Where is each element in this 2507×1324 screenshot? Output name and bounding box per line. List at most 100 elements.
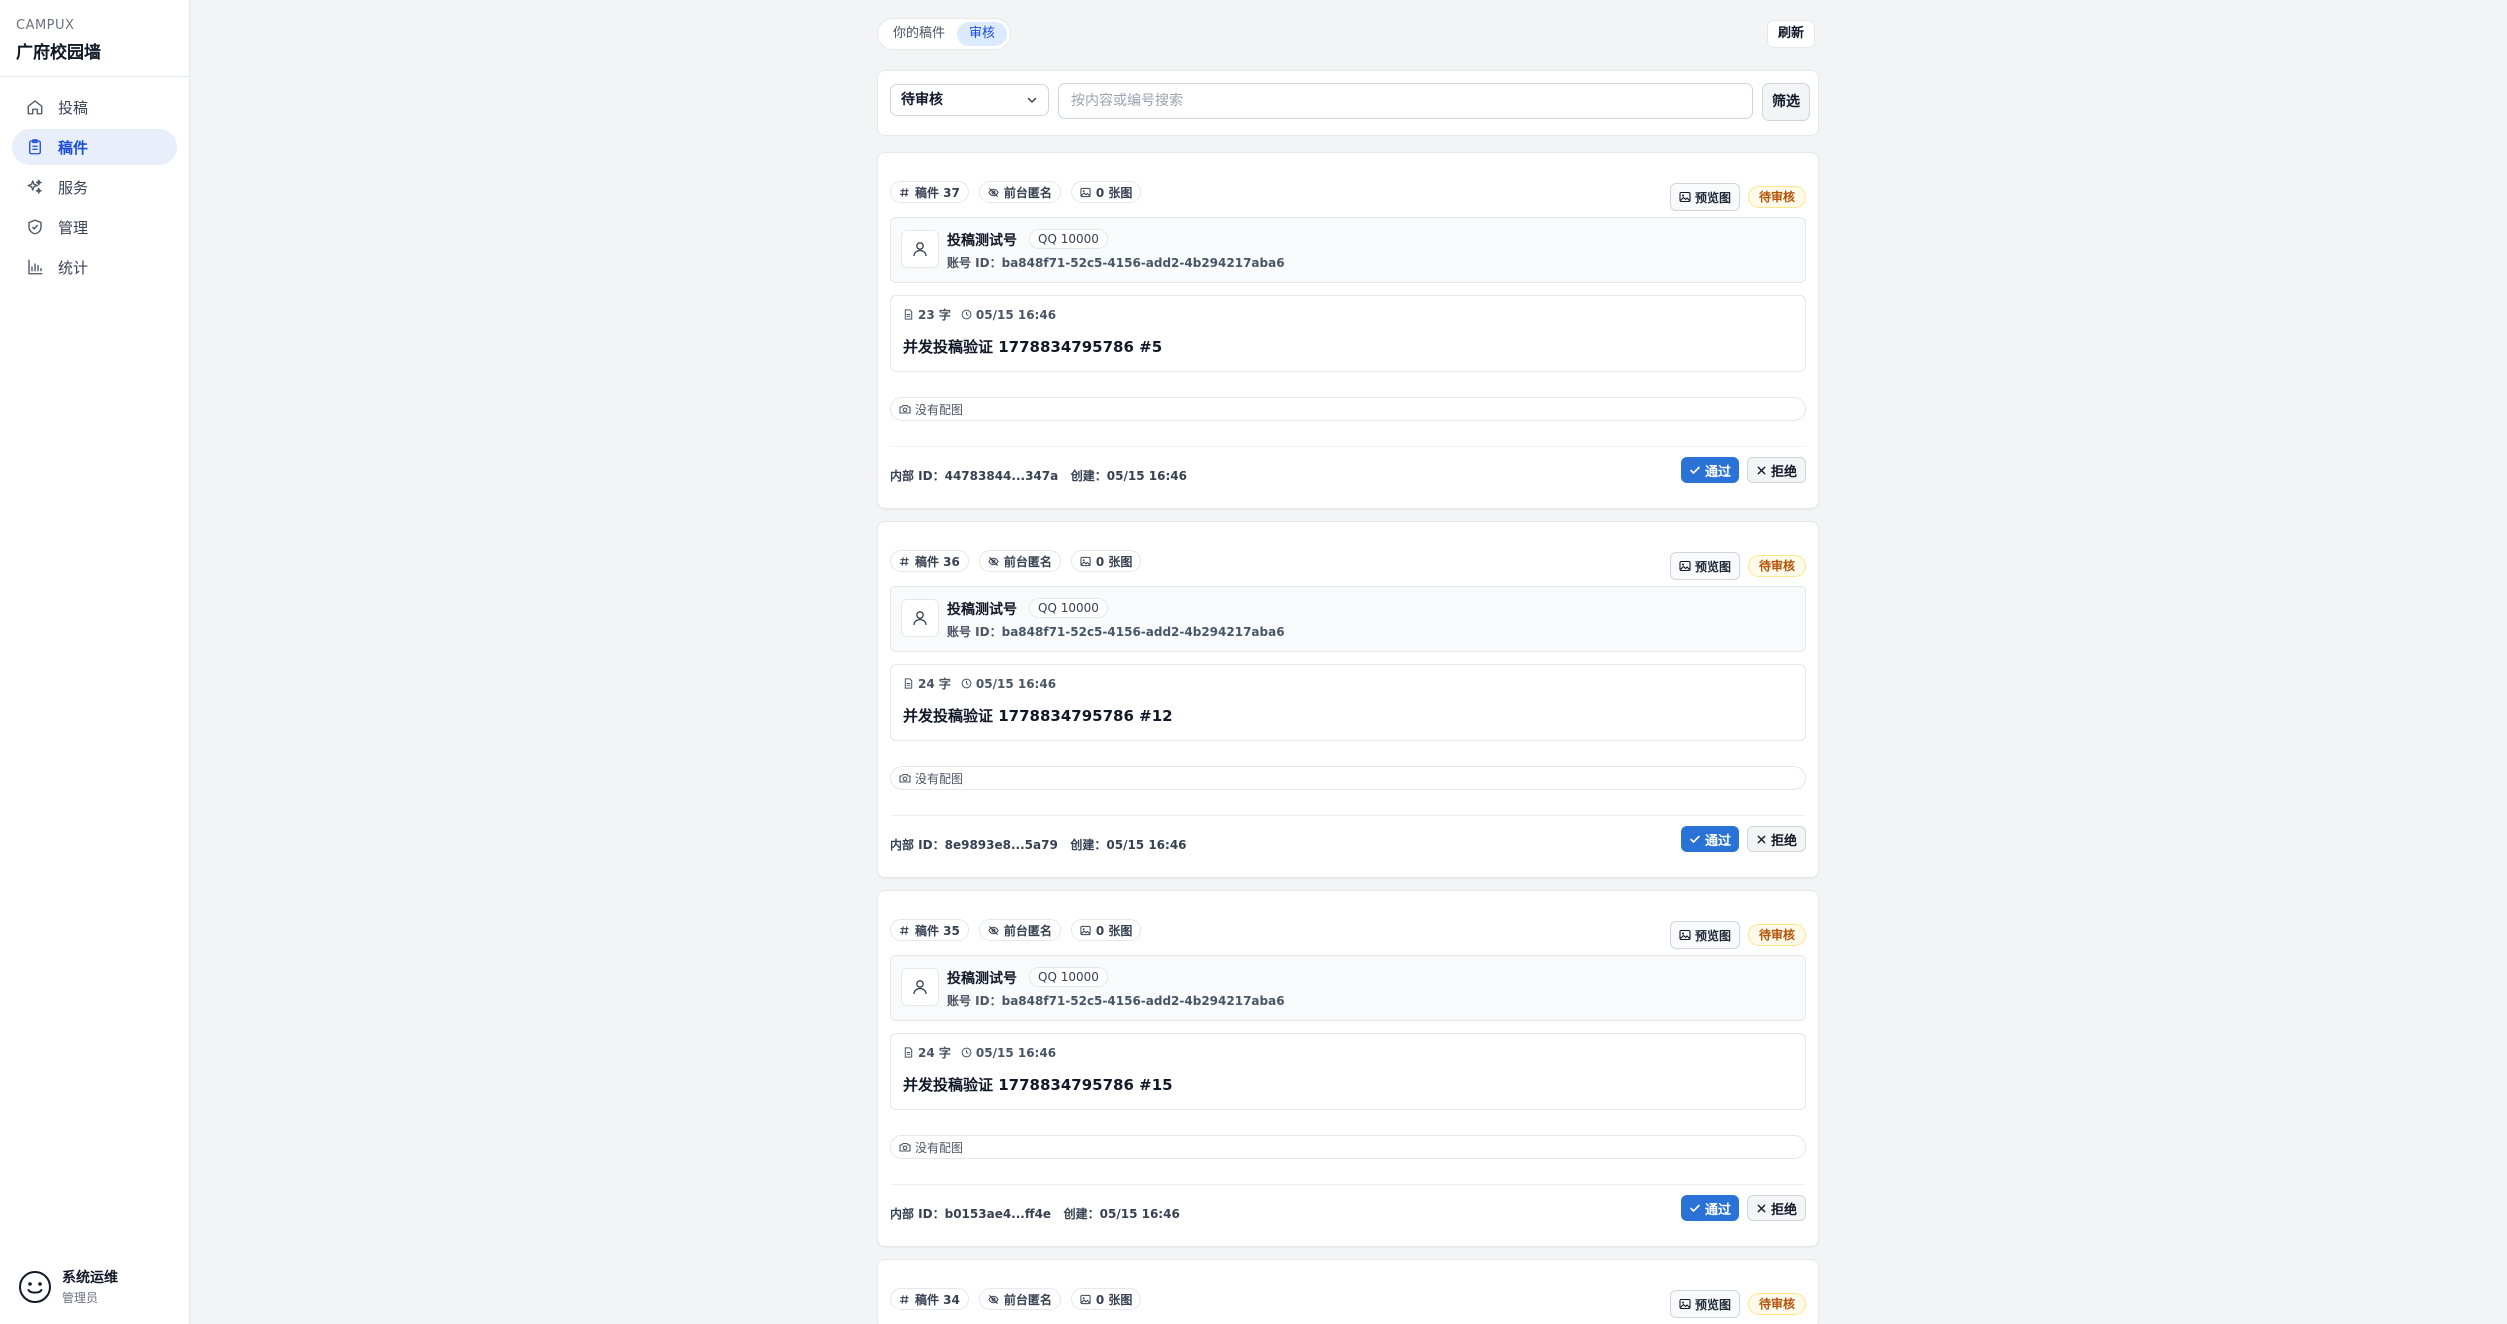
user-icon xyxy=(913,611,927,626)
user-profile[interactable]: 系统运维 管理员 xyxy=(18,1267,118,1306)
sidebar-item-submit[interactable]: 投稿 xyxy=(12,89,177,125)
anonymous-label: 前台匿名 xyxy=(1003,554,1052,569)
anonymous-chip: 前台匿名 xyxy=(978,181,1061,203)
account-id: 账号 ID：ba848f71-52c5-4156-add2-4b294217ab… xyxy=(947,254,1285,271)
image-count: 0 张图 xyxy=(1095,185,1133,200)
post-number-chip: 稿件 34 xyxy=(890,1288,969,1310)
sidebar-item-label: 管理 xyxy=(58,218,89,237)
document-icon xyxy=(904,678,913,689)
internal-id-prefix: 内部 ID： xyxy=(890,1207,945,1221)
preview-label: 预览图 xyxy=(1694,559,1731,574)
char-count: 24 字 xyxy=(918,1046,951,1060)
sidebar-item-label: 统计 xyxy=(58,258,89,277)
preview-button[interactable]: 预览图 xyxy=(1669,552,1740,580)
image-count-chip: 0 张图 xyxy=(1070,181,1142,203)
refresh-button[interactable]: 刷新 xyxy=(1766,20,1815,48)
image-icon xyxy=(1679,191,1691,203)
preview-button[interactable]: 预览图 xyxy=(1669,1290,1740,1318)
account-id-value: ba848f71-52c5-4156-add2-4b294217aba6 xyxy=(1001,994,1285,1008)
post-number-chip: 稿件 37 xyxy=(890,181,969,203)
hash-icon xyxy=(899,1294,909,1304)
char-count: 23 字 xyxy=(918,308,951,322)
qq-badge: QQ 10000 xyxy=(1029,967,1108,987)
sidebar: CAMPUX 广府校园墙 投稿 稿件 服务 管理 统计 系统运维 管理员 xyxy=(0,0,190,1324)
user-role: 管理员 xyxy=(62,1291,99,1305)
account-id-value: ba848f71-52c5-4156-add2-4b294217aba6 xyxy=(1001,625,1285,639)
hash-icon xyxy=(899,556,909,566)
post-card: 稿件 36 前台匿名 0 张图 预览图 待审核 投稿测试号 QQ 10000 账… xyxy=(877,521,1819,878)
post-number: 稿件 36 xyxy=(915,554,960,569)
qq-badge: QQ 10000 xyxy=(1029,598,1108,618)
author-name: 投稿测试号 xyxy=(947,602,1017,618)
created-prefix: 创建： xyxy=(1063,1207,1100,1221)
post-number-chip: 稿件 35 xyxy=(890,919,969,941)
status-select[interactable]: 待审核 xyxy=(890,84,1049,116)
check-icon xyxy=(1690,835,1700,844)
preview-button[interactable]: 预览图 xyxy=(1669,921,1740,949)
anonymous-label: 前台匿名 xyxy=(1003,185,1052,200)
filter-button[interactable]: 筛选 xyxy=(1762,83,1810,121)
post-meta-info: 内部 ID：8e9893e8...5a79 创建：05/15 16:46 xyxy=(890,836,1187,853)
user-icon xyxy=(913,242,927,257)
card-header: 稿件 34 前台匿名 0 张图 预览图 待审核 xyxy=(890,1272,1806,1318)
internal-id: 44783844...347a xyxy=(944,469,1059,483)
brand: CAMPUX 广府校园墙 xyxy=(0,0,189,77)
tab-review[interactable]: 审核 xyxy=(957,22,1008,46)
post-number: 稿件 37 xyxy=(915,185,960,200)
approve-label: 通过 xyxy=(1704,833,1731,849)
preview-button[interactable]: 预览图 xyxy=(1669,183,1740,211)
author-name: 投稿测试号 xyxy=(947,971,1017,987)
approve-button[interactable]: 通过 xyxy=(1680,1195,1739,1221)
account-id-prefix: 账号 ID： xyxy=(947,256,1002,270)
camera-icon xyxy=(899,773,911,783)
camera-icon xyxy=(899,404,911,414)
image-icon xyxy=(1080,925,1091,935)
card-header: 稿件 36 前台匿名 0 张图 预览图 待审核 xyxy=(890,534,1806,580)
user-name: 系统运维 xyxy=(62,1270,118,1286)
status-badge: 待审核 xyxy=(1747,924,1806,946)
post-content: 并发投稿验证 1778834795786 #15 xyxy=(903,1076,1173,1094)
approve-button[interactable]: 通过 xyxy=(1680,826,1739,852)
document-icon xyxy=(904,1047,913,1058)
created-prefix: 创建： xyxy=(1070,838,1107,852)
no-image-bar: 没有配图 xyxy=(890,397,1806,421)
image-count-chip: 0 张图 xyxy=(1070,919,1142,941)
check-icon xyxy=(1690,1204,1700,1213)
approve-button[interactable]: 通过 xyxy=(1680,457,1739,483)
status-badge: 待审核 xyxy=(1747,186,1806,208)
avatar xyxy=(901,599,939,637)
preview-label: 预览图 xyxy=(1694,928,1731,943)
eye-off-icon xyxy=(988,556,999,566)
main-content: 你的稿件 审核 刷新 待审核 筛选 稿件 37 前台匿名 xyxy=(877,0,1819,1324)
author-panel: 投稿测试号 QQ 10000 账号 ID：ba848f71-52c5-4156-… xyxy=(890,586,1806,652)
sidebar-item-services[interactable]: 服务 xyxy=(12,169,177,205)
preview-label: 预览图 xyxy=(1694,190,1731,205)
tab-my-posts[interactable]: 你的稿件 xyxy=(881,22,957,46)
post-card: 稿件 35 前台匿名 0 张图 预览图 待审核 投稿测试号 QQ 10000 账… xyxy=(877,890,1819,1247)
post-meta-info: 内部 ID：b0153ae4...ff4e 创建：05/15 16:46 xyxy=(890,1205,1180,1222)
avatar xyxy=(901,968,939,1006)
sidebar-item-stats[interactable]: 统计 xyxy=(12,249,177,285)
smiley-avatar-icon xyxy=(19,1270,51,1303)
brand-title: 广府校园墙 xyxy=(16,43,101,63)
reject-button[interactable]: 拒绝 xyxy=(1746,1195,1806,1221)
no-image-label: 没有配图 xyxy=(915,771,964,786)
user-icon xyxy=(913,980,927,995)
post-content: 并发投稿验证 1778834795786 #5 xyxy=(903,338,1163,356)
image-icon xyxy=(1080,556,1091,566)
avatar xyxy=(901,230,939,268)
sidebar-item-posts[interactable]: 稿件 xyxy=(12,129,177,165)
post-content: 并发投稿验证 1778834795786 #12 xyxy=(903,707,1173,725)
status-badge: 待审核 xyxy=(1747,1293,1806,1315)
reject-button[interactable]: 拒绝 xyxy=(1746,826,1806,852)
reject-button[interactable]: 拒绝 xyxy=(1746,457,1806,483)
search-input[interactable] xyxy=(1058,83,1753,119)
sidebar-item-admin[interactable]: 管理 xyxy=(12,209,177,245)
brand-kicker: CAMPUX xyxy=(16,18,75,33)
card-header: 稿件 37 前台匿名 0 张图 预览图 待审核 xyxy=(890,165,1806,211)
eye-off-icon xyxy=(988,187,999,197)
created-time: 05/15 16:46 xyxy=(1099,1207,1180,1221)
no-image-bar: 没有配图 xyxy=(890,1135,1806,1159)
camera-icon xyxy=(899,1142,911,1152)
post-meta-info: 内部 ID：44783844...347a 创建：05/15 16:46 xyxy=(890,467,1187,484)
